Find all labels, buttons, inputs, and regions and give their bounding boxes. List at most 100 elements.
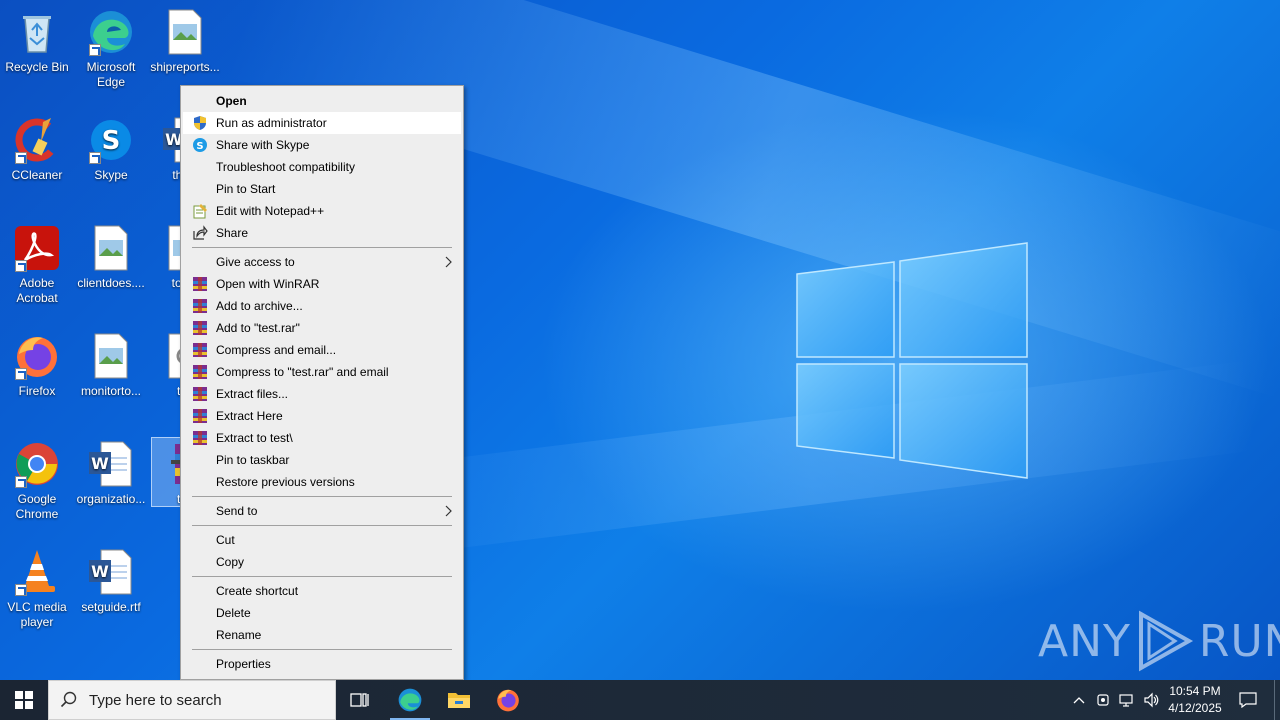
desktop-icon-shipreports[interactable]: shipreports... <box>148 8 222 75</box>
winrar-icon <box>192 342 208 358</box>
volume-icon <box>1144 692 1159 708</box>
recycle-bin-icon <box>13 8 61 56</box>
desktop-icon-label: VLC media player <box>7 600 67 629</box>
menu-item-pin-to-start[interactable]: Pin to Start <box>183 178 461 200</box>
menu-item-label: Add to archive... <box>216 299 303 313</box>
taskbar-file-explorer-button[interactable] <box>435 680 483 720</box>
svg-text:S: S <box>196 141 203 152</box>
desktop-icon-google-chrome[interactable]: Google Chrome <box>0 440 74 522</box>
show-desktop-divider[interactable] <box>1274 680 1275 720</box>
taskbar-edge-button[interactable] <box>386 680 434 720</box>
menu-item-label: Send to <box>216 504 258 518</box>
uac-shield-icon <box>192 115 208 131</box>
menu-item-add-to-test-rar[interactable]: Add to "test.rar" <box>183 317 461 339</box>
winrar-icon <box>192 364 208 380</box>
menu-item-troubleshoot-compatibility[interactable]: Troubleshoot compatibility <box>183 156 461 178</box>
desktop-icon-ccleaner[interactable]: CCleaner <box>0 116 74 183</box>
action-center-button[interactable] <box>1234 680 1262 720</box>
skype-icon: S <box>87 116 135 164</box>
device-icon <box>1097 694 1109 706</box>
word-document-icon: W <box>87 548 135 596</box>
desktop-icon-vlc-media-player[interactable]: VLC media player <box>0 548 74 630</box>
desktop-icon-label: Recycle Bin <box>5 60 69 74</box>
menu-item-label: Troubleshoot compatibility <box>216 160 355 174</box>
menu-item-label: Add to "test.rar" <box>216 321 300 335</box>
menu-item-delete[interactable]: Delete <box>183 602 461 624</box>
menu-item-label: Edit with Notepad++ <box>216 204 325 218</box>
menu-item-cut[interactable]: Cut <box>183 529 461 551</box>
menu-item-label: Pin to Start <box>216 182 276 196</box>
menu-item-label: Create shortcut <box>216 584 299 598</box>
menu-item-label: Compress and email... <box>216 343 337 357</box>
taskbar-firefox-button[interactable] <box>484 680 532 720</box>
menu-item-label: Delete <box>216 606 251 620</box>
desktop-icon-adobe-acrobat[interactable]: Adobe Acrobat <box>0 224 74 306</box>
menu-item-label: Restore previous versions <box>216 475 355 489</box>
desktop-icon-microsoft-edge[interactable]: Microsoft Edge <box>74 8 148 90</box>
desktop-icon-label: Google Chrome <box>15 492 59 521</box>
menu-item-copy[interactable]: Copy <box>183 551 461 573</box>
menu-item-label: Give access to <box>216 255 295 269</box>
desktop-icon-organizatio[interactable]: W organizatio... <box>74 440 148 507</box>
menu-item-give-access-to[interactable]: Give access to <box>183 251 461 273</box>
tray-device-button[interactable] <box>1092 680 1114 720</box>
menu-separator <box>183 646 461 653</box>
desktop-icon-label: Adobe Acrobat <box>16 276 58 305</box>
menu-item-edit-with-notepadpp[interactable]: Edit with Notepad++ <box>183 200 461 222</box>
svg-text:W: W <box>91 562 109 581</box>
task-view-button[interactable] <box>336 680 384 720</box>
menu-item-share[interactable]: Share <box>183 222 461 244</box>
menu-item-rename[interactable]: Rename <box>183 624 461 646</box>
desktop-icon-firefox[interactable]: Firefox <box>0 332 74 399</box>
menu-item-label: Share <box>216 226 249 240</box>
chevron-right-icon <box>445 256 452 268</box>
desktop-icon-label: clientdoes.... <box>77 276 145 290</box>
winrar-icon <box>192 276 208 292</box>
menu-item-compress-to-test-rar-and-email[interactable]: Compress to "test.rar" and email <box>183 361 461 383</box>
winrar-icon <box>192 386 208 402</box>
menu-separator <box>183 244 461 251</box>
winrar-icon <box>192 298 208 314</box>
menu-item-run-as-administrator[interactable]: Run as administrator <box>183 112 461 134</box>
adobe-acrobat-icon <box>13 224 61 272</box>
menu-item-open[interactable]: Open <box>183 90 461 112</box>
skype-icon: S <box>192 137 208 153</box>
tray-volume-button[interactable] <box>1140 680 1162 720</box>
taskbar-search-box[interactable]: Type here to search <box>48 680 336 720</box>
menu-item-restore-previous-versions[interactable]: Restore previous versions <box>183 471 461 493</box>
menu-item-properties[interactable]: Properties <box>183 653 461 675</box>
menu-item-label: Extract files... <box>216 387 289 401</box>
menu-item-pin-to-taskbar[interactable]: Pin to taskbar <box>183 449 461 471</box>
menu-separator <box>183 493 461 500</box>
menu-item-create-shortcut[interactable]: Create shortcut <box>183 580 461 602</box>
notepadpp-icon <box>192 203 208 219</box>
menu-item-extract-files[interactable]: Extract files... <box>183 383 461 405</box>
menu-item-extract-to-test[interactable]: Extract to test\ <box>183 427 461 449</box>
tray-network-button[interactable] <box>1116 680 1138 720</box>
menu-item-compress-and-email[interactable]: Compress and email... <box>183 339 461 361</box>
winrar-icon <box>192 430 208 446</box>
svg-text:W: W <box>91 454 109 473</box>
taskbar-clock[interactable]: 10:54 PM 4/12/2025 <box>1160 683 1230 717</box>
desktop-icon-clientdoes[interactable]: clientdoes.... <box>74 224 148 291</box>
context-menu: Open Run as administrator S Share with S… <box>180 85 464 680</box>
chevron-up-icon <box>1073 697 1085 704</box>
menu-item-open-with-winrar[interactable]: Open with WinRAR <box>183 273 461 295</box>
desktop-icon-label: setguide.rtf <box>81 600 141 614</box>
desktop-icon-label: Skype <box>94 168 128 182</box>
search-placeholder: Type here to search <box>89 691 222 709</box>
desktop-icon-monitorto[interactable]: monitorto... <box>74 332 148 399</box>
menu-item-add-to-archive[interactable]: Add to archive... <box>183 295 461 317</box>
menu-item-extract-here[interactable]: Extract Here <box>183 405 461 427</box>
menu-item-share-with-skype[interactable]: S Share with Skype <box>183 134 461 156</box>
desktop-icon-recycle-bin[interactable]: Recycle Bin <box>0 8 74 75</box>
desktop-icon-label: Firefox <box>18 384 56 398</box>
start-button[interactable] <box>0 680 48 720</box>
desktop-icon-label: monitorto... <box>80 384 142 398</box>
desktop-icon-label: CCleaner <box>11 168 63 182</box>
desktop-icon-skype[interactable]: S Skype <box>74 116 148 183</box>
image-file-icon <box>161 8 209 56</box>
desktop-icon-setguide[interactable]: W setguide.rtf <box>74 548 148 615</box>
menu-item-send-to[interactable]: Send to <box>183 500 461 522</box>
show-hidden-icons-button[interactable] <box>1068 680 1090 720</box>
